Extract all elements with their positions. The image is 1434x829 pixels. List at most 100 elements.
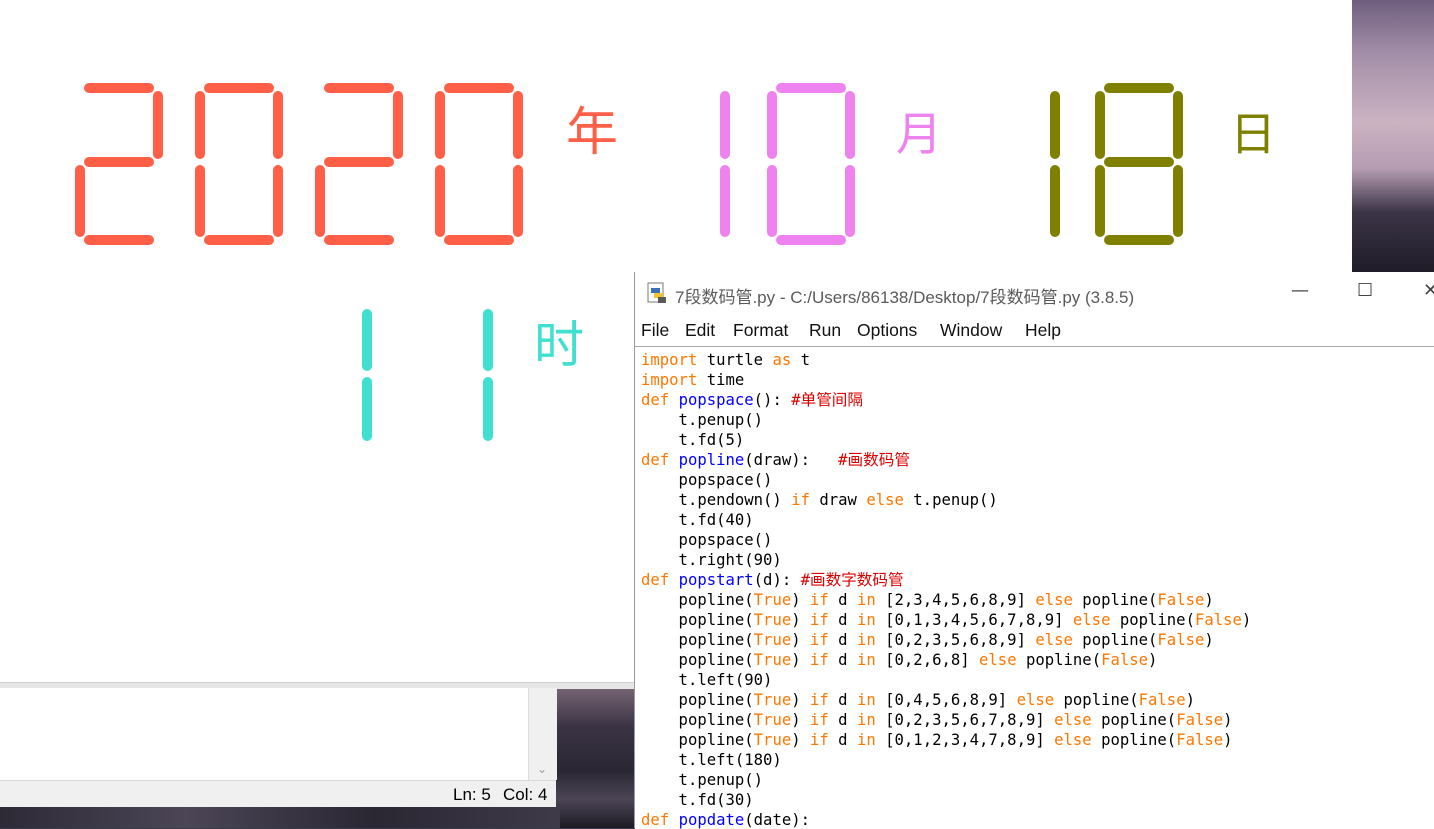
- menu-run[interactable]: Run: [809, 320, 841, 341]
- code-token: in: [856, 711, 876, 729]
- code-token: False: [1157, 631, 1205, 649]
- code-token: ): [791, 611, 811, 629]
- code-token: popline(: [641, 691, 754, 709]
- code-token: [0,4,5,6,8,9]: [875, 691, 1017, 709]
- code-token: (draw):: [744, 451, 839, 469]
- code-token: popline(: [1054, 691, 1139, 709]
- code-token: False: [1101, 651, 1149, 669]
- menu-edit[interactable]: Edit: [685, 320, 715, 341]
- code-token: else: [866, 491, 904, 509]
- code-token: d: [828, 711, 857, 729]
- scroll-down-arrow-icon[interactable]: ⌄: [537, 762, 547, 776]
- code-token: ): [1223, 731, 1233, 749]
- code-token: turtle: [697, 351, 773, 369]
- code-line[interactable]: def popstart(d): #画数字数码管: [641, 570, 904, 590]
- code-token: False: [1176, 731, 1224, 749]
- menu-bar: File Edit Format Run Options Window Help: [635, 316, 1434, 346]
- code-line[interactable]: popline(True) if d in [0,2,3,5,6,8,9] el…: [641, 630, 1214, 650]
- code-token: in: [856, 691, 876, 709]
- code-line[interactable]: def popspace(): #单管间隔: [641, 390, 863, 410]
- code-line[interactable]: t.left(90): [641, 670, 773, 690]
- code-token: in: [856, 591, 876, 609]
- code-token: import: [641, 351, 698, 369]
- menu-file[interactable]: File: [641, 320, 669, 341]
- code-token: ): [1185, 691, 1195, 709]
- code-token: def: [641, 451, 670, 469]
- code-token: ): [791, 731, 811, 749]
- year-unit-label: 年: [566, 103, 618, 163]
- code-line[interactable]: popline(True) if d in [0,1,3,4,5,6,7,8,9…: [641, 610, 1252, 630]
- desktop-wallpaper: [1352, 0, 1434, 272]
- code-line[interactable]: popspace(): [641, 530, 773, 550]
- code-line[interactable]: import turtle as t: [641, 350, 810, 370]
- menu-options[interactable]: Options: [857, 320, 917, 341]
- code-token: t.fd(5): [641, 431, 745, 449]
- code-token: (d):: [753, 571, 801, 589]
- code-token: if: [810, 591, 829, 609]
- menu-window[interactable]: Window: [940, 320, 1002, 341]
- minimize-icon[interactable]: —: [1291, 280, 1309, 301]
- code-line[interactable]: popspace(): [641, 470, 773, 490]
- code-line[interactable]: popline(True) if d in [0,2,3,5,6,7,8,9] …: [641, 710, 1233, 730]
- code-line[interactable]: popline(True) if d in [2,3,4,5,6,8,9] el…: [641, 590, 1214, 610]
- code-token: if: [810, 691, 829, 709]
- menu-format[interactable]: Format: [733, 320, 788, 341]
- code-token: False: [1194, 611, 1242, 629]
- hour-unit-label: 时: [534, 316, 584, 374]
- code-line[interactable]: popline(True) if d in [0,4,5,6,8,9] else…: [641, 690, 1195, 710]
- code-line[interactable]: t.left(180): [641, 750, 782, 770]
- code-token: else: [1054, 711, 1092, 729]
- python-file-icon: [647, 282, 666, 303]
- code-token: #画数字数码管: [800, 571, 904, 589]
- code-line[interactable]: t.penup(): [641, 410, 764, 430]
- editor-titlebar[interactable]: 7段数码管.py - C:/Users/86138/Desktop/7段数码管.…: [635, 272, 1434, 314]
- shell-window: ⌄ Ln: 5 Col: 4: [0, 688, 557, 807]
- code-token: else: [1016, 691, 1055, 709]
- code-token: ): [1241, 611, 1252, 629]
- code-token: True: [753, 731, 792, 749]
- code-token: d: [828, 591, 857, 609]
- code-token: popline(: [641, 731, 754, 749]
- code-line[interactable]: t.penup(): [641, 770, 764, 790]
- code-token: popline(: [1072, 591, 1158, 609]
- code-line[interactable]: t.pendown() if draw else t.penup(): [641, 490, 998, 510]
- code-token: t.left(180): [641, 751, 782, 769]
- code-token: popline(: [1072, 631, 1158, 649]
- editor-window-title: 7段数码管.py - C:/Users/86138/Desktop/7段数码管.…: [675, 288, 1135, 307]
- code-token: True: [753, 591, 792, 609]
- menu-help[interactable]: Help: [1025, 320, 1061, 341]
- code-token: popline(: [1016, 651, 1102, 669]
- code-token: t.right(90): [641, 551, 782, 569]
- month-unit-label: 月: [896, 107, 942, 161]
- close-icon[interactable]: ✕: [1423, 280, 1434, 301]
- code-token: t.penup(): [641, 411, 764, 429]
- code-token: as: [772, 351, 792, 369]
- status-line-number: Ln: 5: [453, 785, 491, 804]
- code-token: in: [856, 631, 876, 649]
- code-editor[interactable]: import turtle as t import time def popspac…: [635, 346, 1434, 829]
- code-line[interactable]: import time: [641, 370, 744, 390]
- code-token: t.penup(): [641, 771, 764, 789]
- code-token: ): [1204, 631, 1214, 649]
- code-line[interactable]: t.fd(30): [641, 790, 754, 810]
- code-line[interactable]: t.fd(5): [641, 430, 745, 450]
- code-token: import: [641, 371, 698, 389]
- code-line[interactable]: popline(True) if d in [0,1,2,3,4,7,8,9] …: [641, 730, 1233, 750]
- shell-vertical-scrollbar[interactable]: ⌄: [528, 688, 557, 780]
- code-line[interactable]: t.fd(40): [641, 510, 754, 530]
- code-token: ): [791, 591, 811, 609]
- code-token: t.pendown(): [641, 491, 792, 509]
- code-line[interactable]: def popline(draw): #画数码管: [641, 450, 910, 470]
- code-token: True: [753, 631, 792, 649]
- code-token: popline(: [641, 631, 754, 649]
- code-line[interactable]: def popdate(date):: [641, 810, 810, 829]
- code-line[interactable]: t.right(90): [641, 550, 782, 570]
- code-token: ): [791, 691, 811, 709]
- shell-status-bar: Ln: 5 Col: 4: [0, 780, 556, 807]
- maximize-icon[interactable]: ☐: [1357, 280, 1373, 301]
- code-token: False: [1176, 711, 1224, 729]
- code-token: ():: [753, 391, 792, 409]
- code-line[interactable]: popline(True) if d in [0,2,6,8] else pop…: [641, 650, 1158, 670]
